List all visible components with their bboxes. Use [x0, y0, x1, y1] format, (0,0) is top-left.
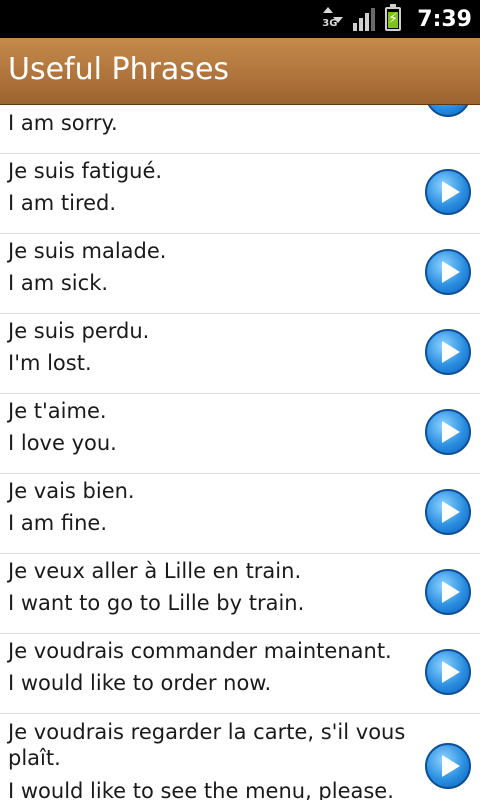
phrase-french: Je t'aime. [8, 399, 107, 423]
network-3g-icon: 3G [321, 6, 344, 32]
play-icon [442, 661, 460, 683]
play-icon [442, 261, 460, 283]
phrase-row[interactable]: Je suis fatigué. I am tired. [0, 153, 480, 234]
play-button[interactable] [425, 489, 471, 535]
status-clock: 7:39 [417, 6, 472, 32]
phrase-french: Je voudrais regarder la carte, s'il vous… [8, 720, 406, 770]
play-button[interactable] [425, 329, 471, 375]
phrase-row[interactable]: Je voudrais commander maintenant. I woul… [0, 633, 480, 714]
app-title: Useful Phrases [8, 52, 230, 87]
play-icon [442, 581, 460, 603]
phrase-english: I would like to see the menu, please. [8, 779, 394, 800]
phrase-english: I want to go to Lille by train. [8, 591, 305, 615]
play-icon [442, 755, 460, 777]
app-title-bar: Useful Phrases [0, 38, 480, 105]
phrase-french: Je suis fatigué. [8, 159, 163, 183]
phrase-french: Je voudrais commander maintenant. [8, 639, 392, 663]
status-icons: 3G ⚡ 7:39 [321, 0, 472, 38]
phrase-english: I love you. [8, 431, 117, 455]
play-icon [442, 181, 460, 203]
phrase-english: I would like to order now. [8, 671, 272, 695]
play-button[interactable] [425, 105, 471, 117]
phrase-row[interactable]: Je t'aime. I love you. [0, 393, 480, 474]
phrase-english: I am sorry. [8, 111, 118, 135]
phrase-french: Je veux aller à Lille en train. [8, 559, 302, 583]
play-icon [442, 421, 460, 443]
play-button[interactable] [425, 569, 471, 615]
phrase-row[interactable]: Je voudrais regarder la carte, s'il vous… [0, 713, 480, 800]
phrase-row[interactable]: Je veux aller à Lille en train. I want t… [0, 553, 480, 634]
phrase-english: I'm lost. [8, 351, 92, 375]
phrase-row[interactable]: Je vais bien. I am fine. [0, 473, 480, 554]
signal-strength-icon [353, 7, 376, 31]
phrase-list[interactable]: I am sorry. Je suis fatigué. I am tired.… [0, 105, 480, 800]
phrase-english: I am sick. [8, 271, 109, 295]
phrase-french: Je suis malade. [8, 239, 167, 263]
play-button[interactable] [425, 743, 471, 789]
play-button[interactable] [425, 409, 471, 455]
network-type: 3G [322, 18, 338, 29]
phrase-row[interactable]: I am sorry. [0, 105, 480, 154]
phrase-english: I am tired. [8, 191, 117, 215]
play-button[interactable] [425, 169, 471, 215]
phrase-row[interactable]: Je suis malade. I am sick. [0, 233, 480, 314]
battery-charging-icon: ⚡ [385, 4, 402, 31]
play-icon [442, 341, 460, 363]
phrase-row[interactable]: Je suis perdu. I'm lost. [0, 313, 480, 394]
play-button[interactable] [425, 249, 471, 295]
play-icon [442, 501, 460, 523]
play-button[interactable] [425, 649, 471, 695]
phrase-french: Je suis perdu. [8, 319, 150, 343]
status-bar: 3G ⚡ 7:39 [0, 0, 480, 38]
phrase-french: Je vais bien. [8, 479, 135, 503]
phrase-english: I am fine. [8, 511, 108, 535]
